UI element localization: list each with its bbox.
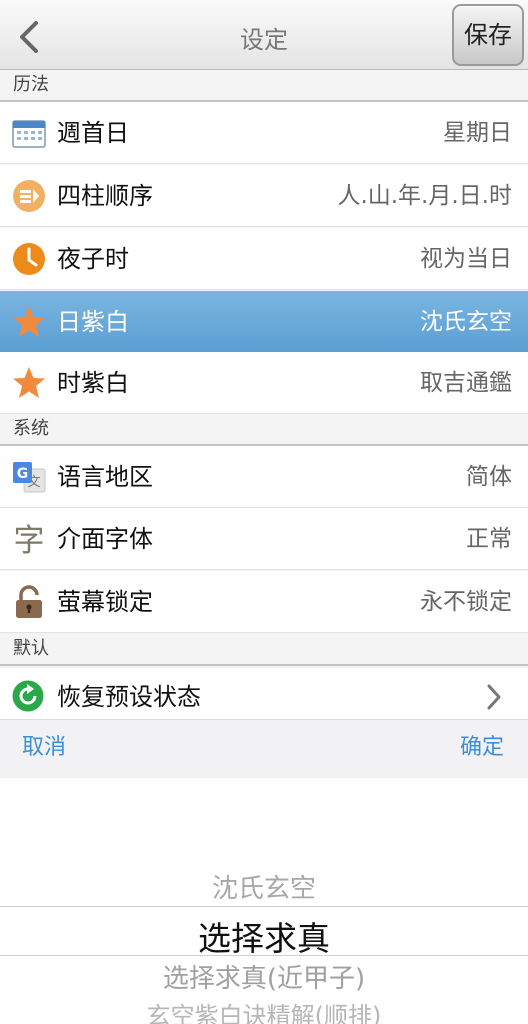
star-icon: [13, 306, 45, 337]
clock-icon: [13, 243, 45, 275]
row-value: 简体: [466, 464, 512, 490]
picker-selection-line-bottom: [0, 955, 528, 956]
settings-row-interface-font[interactable]: 字 介面字体 正常: [0, 508, 528, 570]
settings-row-language[interactable]: 文 G 语言地区 简体: [0, 446, 528, 508]
row-label: 週首日: [57, 119, 129, 147]
picker-option-selected[interactable]: 选择求真: [0, 912, 528, 960]
font-icon: 字: [14, 523, 45, 556]
calendar-icon: [12, 120, 46, 148]
settings-row-late-rat-hour[interactable]: 夜子时 视为当日: [0, 228, 528, 290]
row-value: 永不锁定: [420, 589, 512, 615]
svg-text:字: 字: [14, 523, 45, 556]
row-value: 取吉通鑑: [420, 370, 512, 396]
translate-icon: 文 G: [13, 462, 46, 493]
star-icon: [13, 367, 45, 398]
row-value: 人.山.年.月.日.时: [337, 183, 512, 209]
picker-option[interactable]: 沈氏玄空: [0, 868, 528, 905]
row-value: 星期日: [443, 120, 512, 146]
navigation-bar: 设定 保存: [0, 0, 528, 70]
order-icon: [13, 180, 45, 212]
option-picker-wheel[interactable]: 沈氏玄空 选择求真 选择求真(近甲子) 玄空紫白诀精解(顺排): [0, 778, 528, 1024]
row-label: 萤幕锁定: [57, 588, 153, 616]
picker-selection-line-top: [0, 906, 528, 907]
chevron-right-icon: [487, 684, 501, 710]
confirm-button[interactable]: 确定: [460, 720, 504, 776]
settings-row-pillar-order[interactable]: 四柱顺序 人.山.年.月.日.时: [0, 165, 528, 227]
save-button[interactable]: 保存: [452, 4, 524, 66]
row-value: 沈氏玄空: [420, 309, 512, 335]
settings-row-day-zibai[interactable]: 日紫白 沈氏玄空: [0, 291, 528, 353]
row-label: 语言地区: [57, 463, 153, 491]
picker-option[interactable]: 玄空紫白诀精解(顺排): [0, 996, 528, 1024]
settings-row-screen-lock[interactable]: 萤幕锁定 永不锁定: [0, 571, 528, 633]
row-label: 恢复预设状态: [57, 683, 201, 711]
row-label: 四柱顺序: [57, 182, 153, 210]
settings-row-week-start[interactable]: 週首日 星期日: [0, 102, 528, 164]
lock-icon: [16, 585, 42, 618]
row-label: 介面字体: [57, 525, 153, 553]
section-header-default: 默认: [0, 634, 528, 666]
row-label: 夜子时: [57, 245, 129, 273]
row-value: 视为当日: [420, 246, 512, 272]
page-title: 设定: [240, 26, 288, 54]
row-label: 日紫白: [57, 308, 129, 336]
settings-row-reset-defaults[interactable]: 恢复预设状态: [0, 668, 528, 720]
cancel-button[interactable]: 取消: [22, 720, 66, 776]
row-value: 正常: [466, 526, 512, 552]
svg-text:G: G: [17, 466, 29, 482]
section-header-calendar: 历法: [0, 70, 528, 102]
picker-toolbar: 取消 确定: [0, 720, 528, 778]
row-label: 时紫白: [57, 369, 129, 397]
section-header-system: 系统: [0, 414, 528, 446]
refresh-icon: [12, 680, 44, 712]
settings-row-hour-zibai[interactable]: 时紫白 取吉通鑑: [0, 352, 528, 414]
picker-option[interactable]: 选择求真(近甲子): [0, 958, 528, 995]
